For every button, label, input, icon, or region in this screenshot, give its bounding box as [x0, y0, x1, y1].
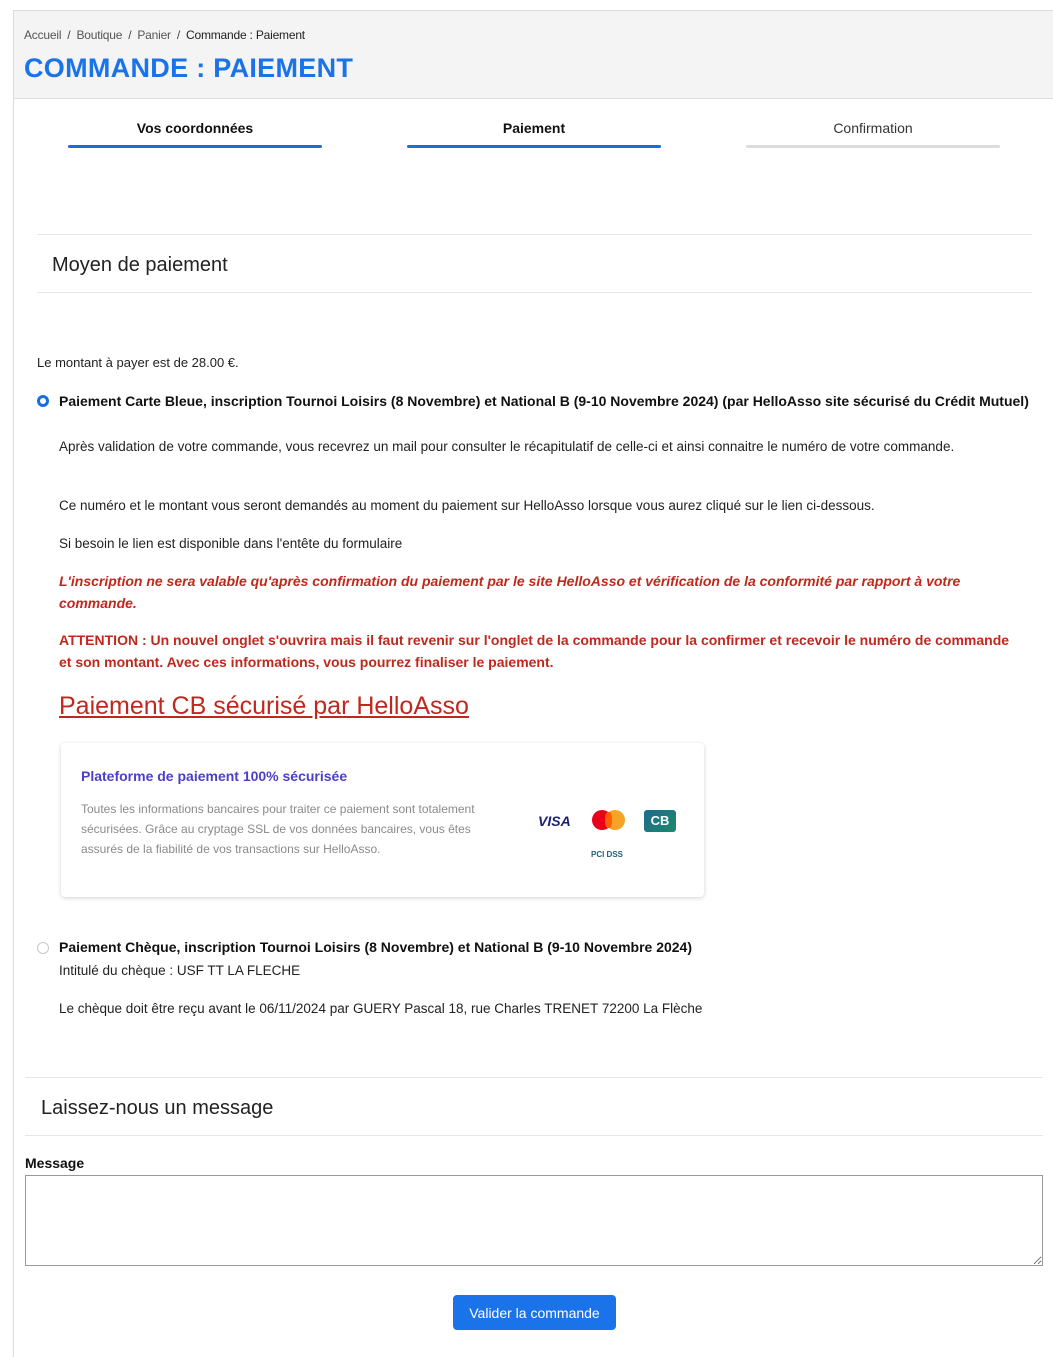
breadcrumb-cart-link[interactable]: Panier [137, 28, 171, 42]
payment-section-title: Moyen de paiement [52, 254, 228, 276]
payment-card-text-3: Si besoin le lien est disponible dans l'… [59, 536, 403, 551]
secure-payment-title: Plateforme de paiement 100% sécurisée [81, 768, 348, 784]
submit-order-button[interactable]: Valider la commande [453, 1295, 616, 1330]
breadcrumb-current: Commande : Paiement [186, 28, 305, 42]
payment-card-label[interactable]: Paiement Carte Bleue, inscription Tourno… [59, 390, 1034, 412]
breadcrumb-separator: / [128, 28, 132, 42]
step-label: Paiement [502, 120, 566, 136]
mastercard-logo-icon [592, 810, 626, 830]
visa-logo-icon: VISA [538, 813, 571, 829]
divider [37, 292, 1032, 293]
step-payment: Paiement [407, 120, 661, 148]
breadcrumb: Accueil / Boutique / Panier / Commande : Paiem… [24, 28, 305, 42]
breadcrumb-separator: / [176, 28, 180, 42]
payment-cheque-label[interactable]: Paiement Chèque, inscription Tournoi Loi… [59, 936, 1034, 958]
payment-card-text-2: Ce numéro et le montant vous seront dema… [59, 498, 875, 513]
payment-cheque-text-1: Intitulé du chèque : USF TT LA FLECHE [59, 963, 301, 978]
step-progress-bar [407, 145, 661, 148]
payment-validity-warning: L'inscription ne sera valable qu'après c… [59, 573, 961, 611]
checkout-steps: Vos coordonnées Paiement Confirmation [0, 120, 1053, 150]
cb-logo-icon: CB [644, 810, 676, 832]
payment-cheque-radio[interactable] [37, 942, 49, 954]
divider [25, 1135, 1043, 1136]
message-textarea[interactable] [25, 1175, 1043, 1266]
amount-text: Le montant à payer est de 28.00 €. [37, 355, 239, 370]
payment-card-text-1: Après validation de votre commande, vous… [59, 439, 955, 454]
page-frame [13, 10, 1053, 1357]
step-label: Confirmation [833, 120, 913, 136]
step-progress-bar [746, 145, 1000, 148]
message-label: Message [25, 1155, 85, 1171]
step-label: Vos coordonnées [136, 120, 254, 136]
divider [25, 1077, 1043, 1078]
breadcrumb-shop-link[interactable]: Boutique [76, 28, 122, 42]
payment-tab-warning: ATTENTION : Un nouvel onglet s'ouvrira m… [59, 632, 1010, 670]
divider [37, 234, 1032, 235]
helloasso-payment-link[interactable]: Paiement CB sécurisé par HelloAsso [59, 692, 469, 721]
secure-payment-text: Toutes les informations bancaires pour t… [81, 802, 475, 856]
payment-card-radio[interactable] [37, 395, 49, 407]
step-coordinates: Vos coordonnées [68, 120, 322, 148]
step-progress-bar [68, 145, 322, 148]
page-header: Accueil / Boutique / Panier / Commande : Paiem… [14, 11, 1053, 99]
breadcrumb-home-link[interactable]: Accueil [24, 28, 61, 42]
secure-payment-box: Plateforme de paiement 100% sécurisée To… [61, 743, 704, 897]
pci-dss-logo-icon: PCI DSS [591, 850, 624, 859]
page-title: COMMANDE : PAIEMENT [24, 53, 354, 83]
payment-cheque-text-2: Le chèque doit être reçu avant le 06/11/… [59, 1001, 703, 1016]
message-section-title: Laissez-nous un message [41, 1097, 274, 1119]
breadcrumb-separator: / [67, 28, 71, 42]
step-confirmation: Confirmation [746, 120, 1000, 148]
